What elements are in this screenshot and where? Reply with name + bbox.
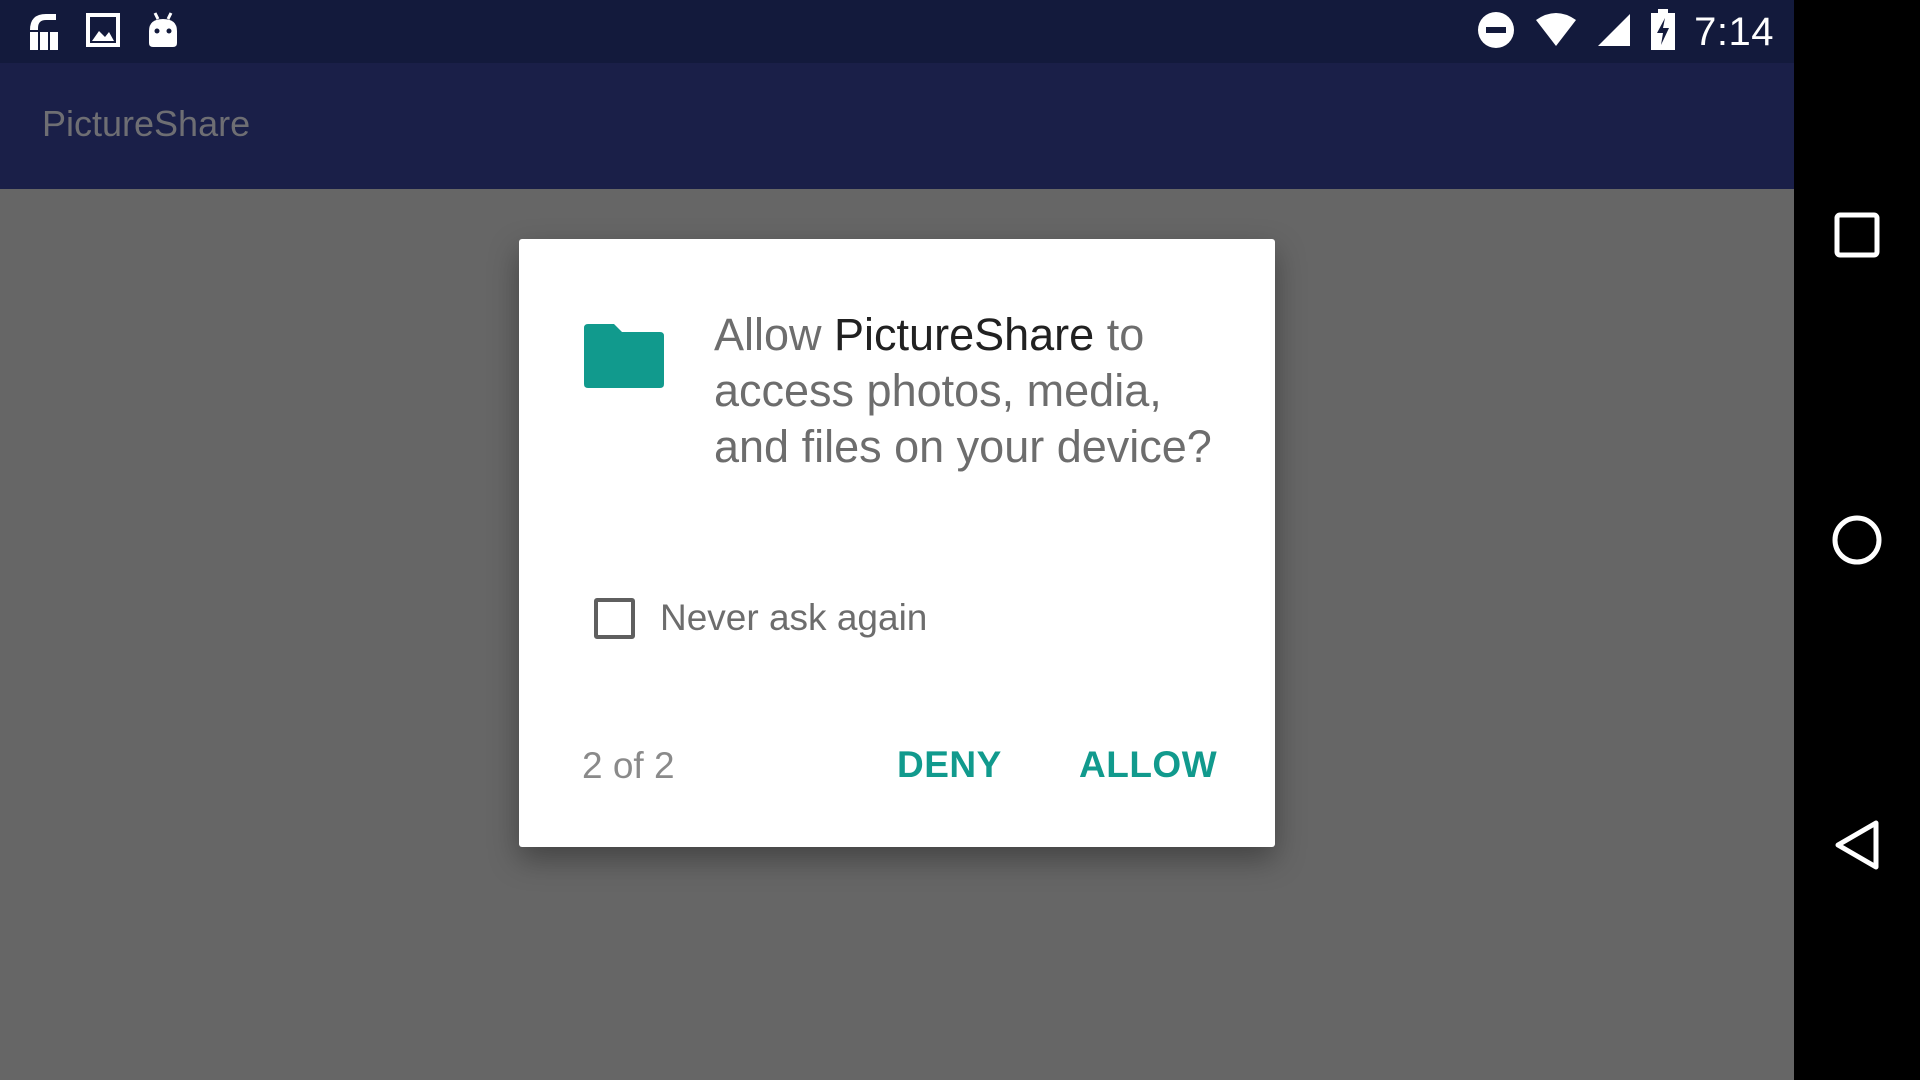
android-icon: [146, 11, 180, 54]
do-not-disturb-icon: [1476, 10, 1516, 55]
never-ask-again-row[interactable]: Never ask again: [594, 593, 927, 643]
back-triangle-icon[interactable]: [1827, 815, 1887, 875]
recents-square-icon[interactable]: [1827, 205, 1887, 265]
app-bar: PictureShare: [0, 63, 1794, 189]
app-title: PictureShare: [42, 103, 251, 144]
folder-icon: [584, 324, 664, 388]
image-icon: [86, 12, 120, 52]
message-app-name: PictureShare: [834, 309, 1095, 360]
never-ask-again-checkbox[interactable]: [594, 597, 635, 639]
never-ask-again-label[interactable]: Never ask again: [660, 597, 927, 639]
navigation-bar: [1794, 0, 1920, 1080]
app-screen: 7:14 PictureShare Allow PictureShare to …: [0, 0, 1794, 1080]
message-prefix: Allow: [714, 309, 835, 360]
permission-message: Allow PictureShare to access photos, med…: [714, 307, 1214, 475]
battery-charging-icon: [1650, 8, 1676, 56]
cell-signal-icon: [1596, 12, 1632, 53]
status-system-icons: 7:14: [1476, 8, 1774, 56]
wifi-icon: [1534, 12, 1578, 53]
status-notification-icons: [26, 10, 180, 54]
status-time: 7:14: [1694, 9, 1774, 54]
status-bar: 7:14: [0, 0, 1794, 63]
permission-dialog: Allow PictureShare to access photos, med…: [519, 239, 1275, 847]
permission-counter: 2 of 2: [582, 745, 675, 786]
deny-button[interactable]: DENY: [887, 735, 1012, 795]
notification-f-icon: [26, 8, 60, 57]
home-circle-icon[interactable]: [1827, 510, 1887, 570]
allow-button[interactable]: ALLOW: [1069, 735, 1227, 795]
